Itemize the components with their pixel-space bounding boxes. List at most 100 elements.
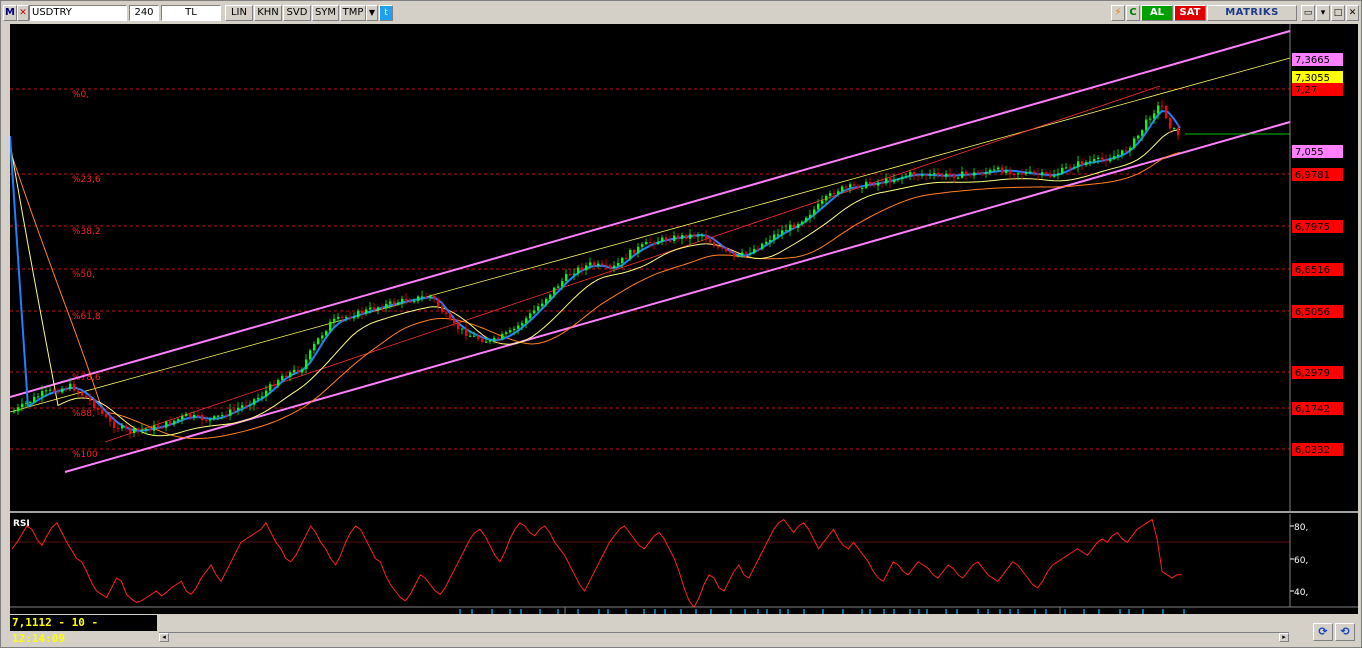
candle-body (293, 369, 296, 373)
candle-body (69, 383, 72, 389)
tmp-button[interactable]: TMP (340, 5, 366, 21)
candle-body (849, 184, 852, 188)
cycle-icon[interactable]: ⟲ (1335, 623, 1355, 641)
close-icon[interactable]: ✕ (1346, 5, 1359, 21)
candle-body (85, 395, 88, 398)
candle-body (237, 407, 240, 410)
candle-body (693, 234, 696, 237)
horizontal-scrollbar[interactable]: ◂ ▸ (159, 632, 1289, 642)
twitter-icon[interactable]: t (379, 5, 393, 21)
refresh-icon[interactable]: C (1126, 5, 1140, 21)
buy-button[interactable]: AL (1141, 5, 1173, 21)
candle-body (1157, 105, 1160, 114)
candle-body (261, 396, 264, 398)
scroll-right-icon[interactable]: ▸ (1279, 633, 1289, 642)
rsi-tick-80: 80, (1294, 523, 1308, 533)
app-logo[interactable]: M (3, 5, 17, 21)
candle-body (805, 217, 808, 222)
candle-body (893, 179, 896, 183)
candle-body (589, 262, 592, 266)
candle-body (1113, 156, 1116, 160)
candle-body (529, 313, 532, 319)
candle-body (197, 414, 200, 416)
currency-field[interactable]: TL (161, 5, 221, 21)
price-chart[interactable]: %0,%23,6%38,2%50,%61,8%78,6%88,%100 7,36… (9, 24, 1358, 630)
close-chart-icon[interactable]: ✕ (17, 5, 29, 21)
chevron-down-icon[interactable]: ▾ (1316, 5, 1330, 21)
candle-body (121, 425, 124, 429)
candle-body (357, 310, 360, 318)
template-dropdown-icon[interactable]: ▼ (366, 5, 378, 21)
candle-body (1105, 159, 1108, 162)
rsi-tick-40: 40, (1294, 588, 1308, 598)
candle-body (341, 316, 344, 318)
candle-body (845, 186, 848, 188)
symbol-field[interactable]: USDTRY (29, 5, 127, 21)
candle-body (741, 252, 744, 256)
candle-body (1037, 173, 1040, 175)
candle-body (153, 425, 156, 431)
candle-body (733, 252, 736, 256)
candle-body (141, 429, 144, 431)
candle-body (1045, 172, 1048, 174)
candle-body (801, 221, 804, 225)
sell-button[interactable]: SAT (1174, 5, 1206, 21)
candle-body (713, 242, 716, 247)
candle-body (61, 388, 64, 393)
candle-body (761, 243, 764, 250)
candle-body (249, 404, 252, 406)
candle-body (513, 328, 516, 331)
candle-body (717, 246, 720, 248)
candle-body (1077, 161, 1080, 168)
candle-body (749, 253, 752, 255)
candle-body (989, 169, 992, 173)
candle-body (941, 175, 944, 177)
svd-button[interactable]: SVD (283, 5, 311, 21)
candle-body (17, 407, 20, 412)
candle-body (1033, 171, 1036, 174)
candle-body (1161, 105, 1164, 107)
candle-body (889, 178, 892, 183)
candle-body (929, 174, 932, 176)
candle-body (581, 267, 584, 271)
candle-body (1097, 157, 1100, 159)
chart-area[interactable]: %0, %23,6 %38,2 %50, %61,8 %78,6 %88, %100 7,36… (9, 24, 1358, 630)
candle-body (269, 384, 272, 391)
candle-body (213, 416, 216, 419)
candle-body (953, 175, 956, 178)
candle-body (253, 399, 256, 405)
candle-body (509, 330, 512, 333)
candle-body (641, 244, 644, 247)
sym-button[interactable]: SYM (312, 5, 339, 21)
candle-body (217, 415, 220, 417)
candle-body (437, 299, 440, 307)
candle-body (25, 403, 28, 405)
candle-body (773, 234, 776, 240)
candle-body (493, 337, 496, 341)
candle-body (665, 237, 668, 241)
candle-body (957, 177, 960, 179)
candle-body (245, 405, 248, 407)
candle-body (41, 391, 44, 397)
rsi-pane: RSI 80, 60, 40, (10, 518, 1308, 609)
minimize-icon[interactable]: ▭ (1301, 5, 1315, 21)
candle-body (1165, 105, 1168, 119)
candle-body (645, 242, 648, 245)
lightning-icon[interactable]: ⚡ (1111, 5, 1125, 21)
candle-body (965, 171, 968, 175)
candle-body (813, 209, 816, 215)
maximize-icon[interactable]: □ (1331, 5, 1345, 21)
refresh-chart-icon[interactable]: ⟳ (1313, 623, 1333, 641)
scale-button[interactable]: LIN (225, 5, 253, 21)
khn-button[interactable]: KHN (254, 5, 282, 21)
fib-label: %88, (72, 409, 95, 419)
candle-body (1173, 128, 1176, 130)
scroll-left-icon[interactable]: ◂ (159, 633, 169, 642)
candle-body (949, 173, 952, 176)
candle-body (681, 235, 684, 239)
period-field[interactable]: 240 (129, 5, 159, 21)
candle-body (1129, 147, 1132, 151)
candle-body (1117, 154, 1120, 157)
price-label: 7,055 (1295, 147, 1324, 158)
candle-body (809, 214, 812, 218)
